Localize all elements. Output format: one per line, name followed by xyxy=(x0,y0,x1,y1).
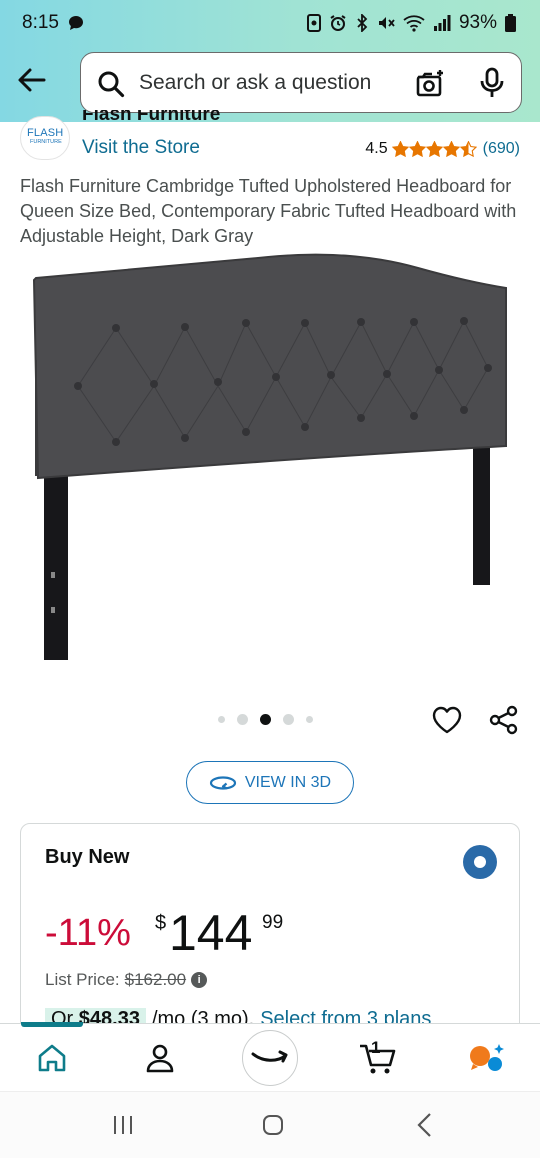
info-icon[interactable]: i xyxy=(191,972,208,988)
mute-icon xyxy=(378,17,395,29)
star-icon xyxy=(459,141,477,157)
nav-amazon[interactable] xyxy=(240,1024,300,1092)
heart-wishlist-icon[interactable] xyxy=(431,705,463,740)
amazon-button xyxy=(242,1030,298,1086)
carousel-dot[interactable] xyxy=(218,716,225,723)
bluetooth-icon xyxy=(357,14,368,32)
cart-count: 1 xyxy=(371,1038,381,1057)
home-button-icon[interactable] xyxy=(262,1114,284,1141)
nav-cart[interactable]: 1 xyxy=(348,1024,408,1092)
brand-logo-text: FLASH xyxy=(27,127,64,139)
brand-name-text: Flash Furniture xyxy=(82,110,221,124)
brand-logo[interactable]: FLASH FURNITURE xyxy=(20,116,70,160)
carousel-dot[interactable] xyxy=(260,714,271,725)
status-icons: 93% xyxy=(306,12,516,34)
system-navigation-bar xyxy=(0,1091,540,1158)
image-carousel-indicator[interactable] xyxy=(218,714,313,725)
carousel-dot[interactable] xyxy=(283,714,294,725)
nav-profile[interactable] xyxy=(130,1024,190,1092)
battery-icon xyxy=(505,14,516,32)
menu-icon xyxy=(470,1044,504,1071)
search-icon[interactable] xyxy=(97,70,125,103)
search-bar[interactable]: Search or ask a question xyxy=(80,52,522,113)
carousel-dot[interactable] xyxy=(237,714,248,725)
alarm-icon xyxy=(330,15,346,31)
brand-logo-subtext: FURNITURE xyxy=(30,139,62,145)
list-price-label: List Price: xyxy=(45,970,120,989)
star-icon xyxy=(408,141,426,157)
nav-home[interactable] xyxy=(22,1024,82,1092)
status-bar: 8:15 93% xyxy=(0,0,540,46)
tablet-icon xyxy=(306,14,321,32)
profile-icon xyxy=(146,1044,174,1073)
bottom-navigation: 1 xyxy=(0,1022,540,1092)
search-input[interactable]: Search or ask a question xyxy=(139,71,371,95)
back-arrow-icon[interactable] xyxy=(14,62,50,98)
share-icon[interactable] xyxy=(488,704,520,741)
carousel-dot[interactable] xyxy=(306,716,313,723)
camera-search-icon[interactable] xyxy=(414,68,446,105)
recents-icon[interactable] xyxy=(112,1114,134,1141)
home-icon xyxy=(38,1044,66,1072)
view-in-3d-label: VIEW IN 3D xyxy=(244,773,332,791)
rating-summary[interactable]: 4.5 (690) xyxy=(365,140,520,158)
status-time: 8:15 xyxy=(22,12,59,33)
list-price: List Price: $162.00 i xyxy=(45,970,208,990)
rotate-3d-icon xyxy=(209,775,236,790)
price-whole: 144 xyxy=(169,905,253,961)
microphone-icon[interactable] xyxy=(479,67,505,104)
star-icon xyxy=(425,141,443,157)
list-price-value: $162.00 xyxy=(124,970,187,989)
view-in-3d-button[interactable]: VIEW IN 3D xyxy=(186,761,354,804)
buy-new-radio[interactable] xyxy=(463,845,497,879)
price-fraction: 99 xyxy=(262,912,284,933)
buy-new-heading: Buy New xyxy=(45,846,130,868)
star-rating-icon xyxy=(391,141,477,157)
nav-menu[interactable] xyxy=(458,1024,518,1092)
wifi-icon xyxy=(403,15,425,32)
discount-percent: -11% xyxy=(45,912,131,954)
rating-value: 4.5 xyxy=(365,140,388,157)
star-icon xyxy=(391,141,409,157)
product-image[interactable] xyxy=(28,250,512,670)
product-title: Flash Furniture Cambridge Tufted Upholst… xyxy=(20,176,517,246)
visit-store-link[interactable]: Visit the Store xyxy=(82,137,200,159)
chat-notification-icon xyxy=(68,15,84,37)
brand-name: Flash Furniture xyxy=(82,110,220,124)
headboard-product-image xyxy=(32,253,507,660)
star-icon xyxy=(442,141,460,157)
back-icon[interactable] xyxy=(414,1112,436,1143)
amazon-smile-icon xyxy=(251,1050,288,1063)
review-count-link[interactable]: (690) xyxy=(483,140,520,158)
battery-percent: 93% xyxy=(458,12,497,33)
price-currency: $ xyxy=(155,912,167,934)
app-header: 8:15 93% Search or ask a question xyxy=(0,0,540,122)
signal-icon xyxy=(433,15,451,31)
